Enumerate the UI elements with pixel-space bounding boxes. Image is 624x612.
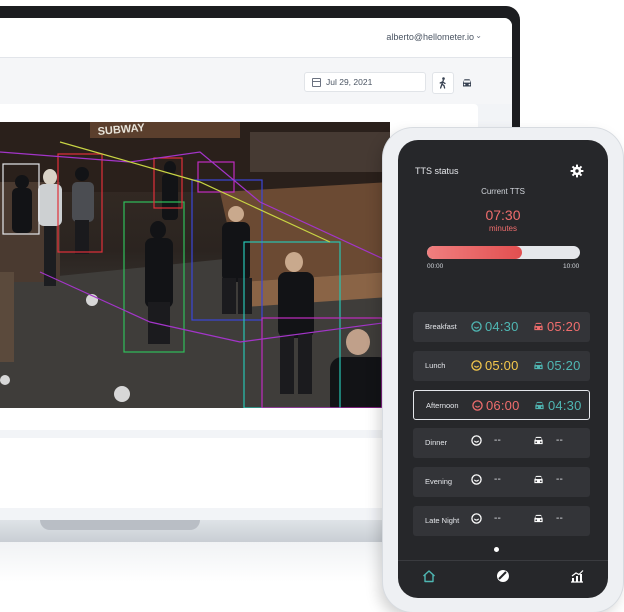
daypart-label: Late Night [425,516,460,525]
user-email-menu[interactable]: alberto@hellometer.io [386,32,474,42]
dashboard-toolbar: Jul 29, 2021 [0,58,512,104]
drive-thru-tts: 05:20 [533,358,581,373]
daypart-row[interactable]: Evening -- -- [413,467,590,498]
drive-thru-tts: 05:20 [533,319,581,334]
walk-in-tts-value: 04:30 [485,319,519,334]
daypart-label: Breakfast [425,322,457,331]
walk-in-face-icon [471,513,482,524]
daypart-row[interactable]: Dinner -- -- [413,428,590,459]
walk-in-tts-value: -- [494,513,502,524]
date-picker[interactable]: Jul 29, 2021 [304,72,426,92]
drive-thru-tts-value: 05:20 [547,319,581,334]
daypart-label: Lunch [425,360,446,370]
walk-in-tts: -- [471,474,501,485]
drive-thru-tts: -- [533,435,563,446]
daypart-label: Evening [425,477,453,487]
tts-progress-bar [427,246,580,259]
walk-in-tts-value: -- [494,474,502,486]
daypart-label: Afternoon [426,400,459,410]
calendar-icon [312,78,321,87]
drive-thru-tts-value: -- [556,435,564,447]
car-icon [534,400,545,411]
walk-in-face-icon [472,399,483,411]
walk-icon [439,77,446,89]
drive-thru-tts: 04:30 [534,398,582,413]
walk-in-tts-value: -- [494,435,502,447]
car-icon [533,435,544,446]
car-icon [533,360,544,371]
daypart-row[interactable]: Afternoon 06:00 04:30 [413,389,590,420]
car-icon [533,321,544,332]
walk-in-tts-value: 06:00 [486,397,520,413]
car-icon [533,474,544,485]
store-camera-feed[interactable]: SUBWAY [0,122,390,408]
walk-in-tts: 05:00 [471,358,519,373]
drive-thru-tts-value: 04:30 [548,397,582,413]
walk-in-tts: 04:30 [471,319,519,334]
phone-screen: TTS status Current TTS 07:30 minutes 00:… [398,140,608,598]
daypart-label: Dinner [425,438,448,448]
car-icon [463,79,471,87]
walk-mode-button[interactable] [432,72,454,94]
current-tts-label: Current TTS [481,187,525,196]
current-tts-unit: minutes [488,224,517,233]
chevron-down-icon[interactable]: ⌄ [475,31,482,40]
phone-title: TTS status [415,166,459,176]
drive-thru-mode-button[interactable] [456,72,478,94]
camera-feed-scene: SUBWAY [0,122,390,408]
gear-icon[interactable] [570,164,584,178]
walk-in-tts: -- [471,435,501,446]
walk-in-tts-value: 05:00 [485,357,519,373]
drive-thru-tts-value: -- [556,474,564,486]
walk-in-face-icon [471,474,482,485]
date-picker-value: Jul 29, 2021 [326,77,373,87]
progress-scale-max: 10:00 [563,263,580,270]
drive-thru-tts-value: 05:20 [547,357,581,373]
walk-in-tts: 06:00 [472,398,520,413]
walk-in-tts: -- [471,513,501,524]
bottom-nav [398,560,608,598]
food-icon[interactable] [496,569,510,583]
daypart-row[interactable]: Lunch 05:00 05:20 [413,350,590,381]
drive-thru-tts: -- [533,513,563,524]
walk-in-face-icon [471,321,482,332]
current-tts-value: 07:30 [485,207,521,223]
page-indicator [494,547,499,552]
daypart-row[interactable]: Breakfast 04:30 05:20 [413,312,590,342]
car-icon [533,513,544,524]
daypart-row[interactable]: Late Night -- -- [413,506,590,536]
dashboard-topbar: alberto@hellometer.io ⌄ [0,18,512,58]
chart-icon[interactable] [570,569,584,583]
laptop-notch [40,520,200,530]
home-icon[interactable] [422,569,436,583]
tts-progress-fill [427,246,522,259]
drive-thru-tts-value: -- [556,513,564,524]
drive-thru-tts: -- [533,474,563,485]
marketing-mockup: alberto@hellometer.io ⌄ Jul 29, 2021 SUB… [0,0,624,612]
progress-scale-min: 00:00 [427,263,444,270]
walk-in-face-icon [471,435,482,447]
walk-in-face-icon [471,360,482,371]
